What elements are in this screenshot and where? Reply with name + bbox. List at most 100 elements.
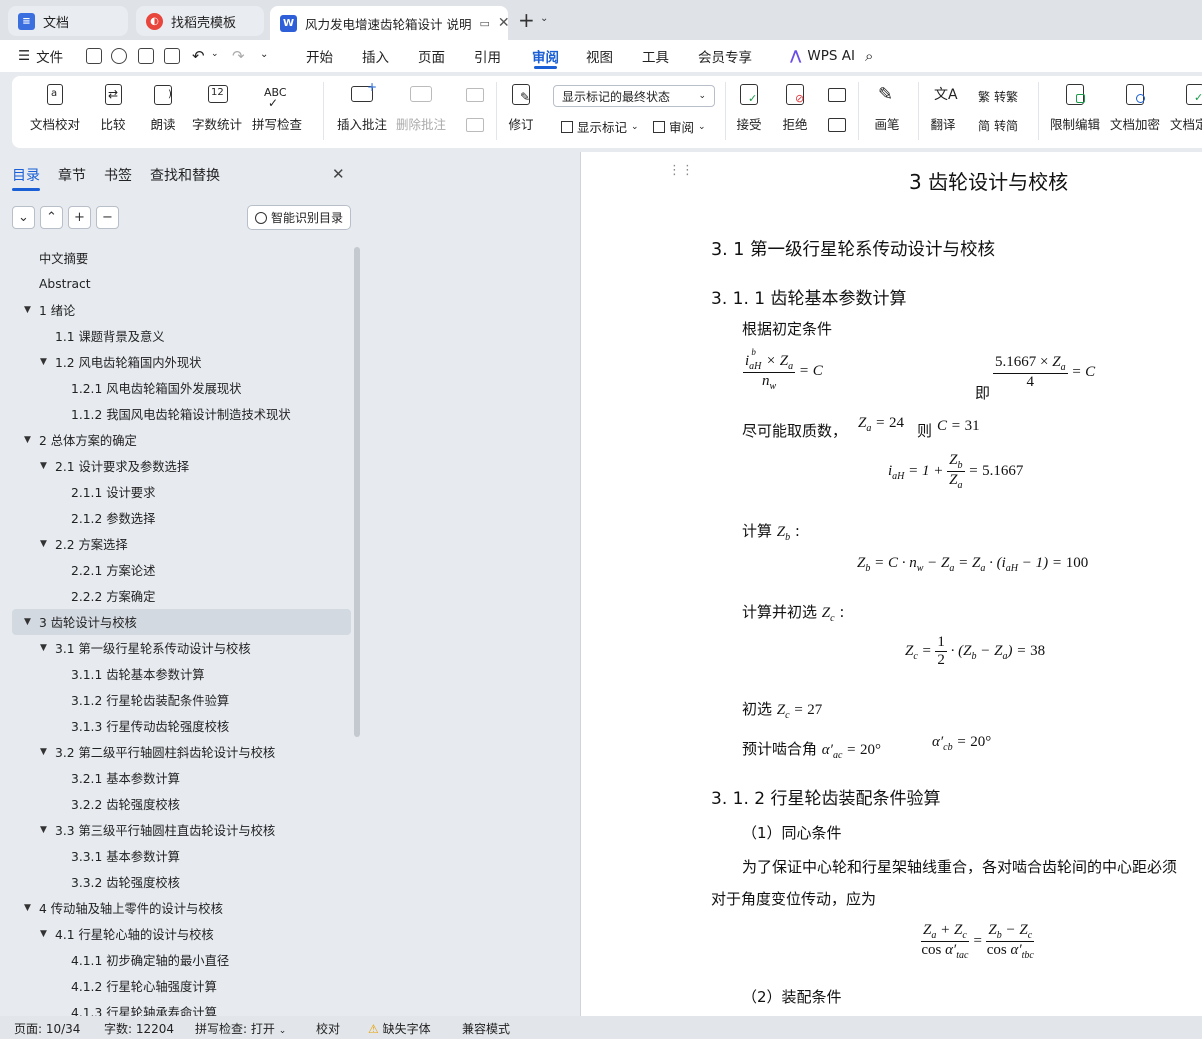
- read-aloud-button[interactable]: ) 朗读: [150, 82, 176, 133]
- toc-item[interactable]: 3.1.1 齿轮基本参数计算: [0, 661, 355, 687]
- toc-item[interactable]: 2.2.2 方案确定: [0, 583, 355, 609]
- compare-button[interactable]: ⇄ 比较: [100, 82, 126, 133]
- share-icon[interactable]: [111, 48, 127, 64]
- page-counter[interactable]: 页面: 10/34: [14, 1020, 80, 1037]
- menu-file[interactable]: ☰ 文件: [18, 40, 63, 72]
- toc-item[interactable]: 4.1.2 行星轮心轴强度计算: [0, 973, 355, 999]
- close-icon[interactable]: ✕: [498, 15, 508, 31]
- expand-arrow-icon[interactable]: ▼: [40, 643, 47, 653]
- prev-comment-icon[interactable]: [466, 88, 484, 102]
- menu-start[interactable]: 开始: [306, 40, 333, 72]
- menu-insert[interactable]: 插入: [362, 40, 389, 72]
- expand-arrow-icon[interactable]: ▼: [40, 929, 47, 939]
- screen-icon[interactable]: ▭: [479, 17, 489, 30]
- translate-button[interactable]: 文A 翻译: [930, 82, 957, 133]
- spell-check-button[interactable]: ABC ✓ 拼写检查: [252, 82, 302, 133]
- show-markup-button[interactable]: 显示标记 ⌄: [561, 117, 639, 136]
- proofread-status[interactable]: 校对: [316, 1020, 340, 1037]
- word-count-button[interactable]: 12 字数统计: [192, 82, 242, 133]
- drag-handle-icon[interactable]: ⋮⋮: [668, 164, 694, 177]
- expand-arrow-icon[interactable]: ▼: [40, 357, 47, 367]
- toc-item[interactable]: 2.1.1 设计要求: [0, 479, 355, 505]
- save-icon[interactable]: [86, 48, 102, 64]
- toc-item[interactable]: 3.2.2 齿轮强度校核: [0, 791, 355, 817]
- tab-docer[interactable]: ◐ 找稻壳模板: [136, 6, 264, 36]
- toc-item[interactable]: 1.1.2 我国风电齿轮箱设计制造技术现状: [0, 401, 355, 427]
- expand-down-button[interactable]: ⌄: [12, 206, 35, 229]
- word-counter[interactable]: 字数: 12204: [104, 1020, 174, 1037]
- toc-item[interactable]: 4.1.1 初步确定轴的最小直径: [0, 947, 355, 973]
- pen-button[interactable]: ✎ 画笔: [874, 82, 900, 133]
- expand-arrow-icon[interactable]: ▼: [40, 539, 47, 549]
- encrypt-button[interactable]: 文档加密: [1110, 82, 1160, 133]
- proofread-button[interactable]: a 文档校对: [30, 82, 80, 133]
- toc-item[interactable]: 2.1.2 参数选择: [0, 505, 355, 531]
- expand-arrow-icon[interactable]: ▼: [40, 825, 47, 835]
- toc-item[interactable]: 1.1 课题背景及意义: [0, 323, 355, 349]
- expand-arrow-icon[interactable]: ▼: [24, 305, 31, 315]
- delete-comment-button[interactable]: 删除批注: [396, 82, 446, 133]
- collapse-up-button[interactable]: ⌃: [40, 206, 63, 229]
- wps-ai-button[interactable]: ⋀ WPS AI: [790, 40, 855, 72]
- toc-item[interactable]: 3.3.1 基本参数计算: [0, 843, 355, 869]
- accept-button[interactable]: ✓ 接受: [736, 82, 762, 133]
- toc-item[interactable]: 3.1.2 行星轮齿装配条件验算: [0, 687, 355, 713]
- toc-item[interactable]: ▼ 2 总体方案的确定: [0, 427, 355, 453]
- toc-item[interactable]: ▼ 4.1 行星轮心轴的设计与校核: [0, 921, 355, 947]
- to-traditional-button[interactable]: 繁转繁: [978, 88, 1018, 105]
- chevron-down-icon[interactable]: ⌄: [540, 13, 548, 24]
- remove-heading-button[interactable]: −: [96, 206, 119, 229]
- expand-arrow-icon[interactable]: ▼: [40, 461, 47, 471]
- menu-review[interactable]: 审阅: [530, 40, 561, 72]
- scrollbar[interactable]: [354, 247, 360, 737]
- toc-item[interactable]: 3.3.2 齿轮强度校核: [0, 869, 355, 895]
- expand-arrow-icon[interactable]: ▼: [24, 903, 31, 913]
- to-simplified-button[interactable]: 简转简: [978, 117, 1018, 134]
- toc-item[interactable]: 1.2.1 风电齿轮箱国外发展现状: [0, 375, 355, 401]
- missing-font-status[interactable]: ⚠ 缺失字体: [368, 1020, 431, 1037]
- add-heading-button[interactable]: +: [68, 206, 91, 229]
- toc-item[interactable]: ▼ 1 绪论: [0, 297, 355, 323]
- reject-button[interactable]: ⊘ 拒绝: [782, 82, 808, 133]
- review-pane-button[interactable]: 审阅 ⌄: [653, 117, 706, 136]
- print-preview-icon[interactable]: [164, 48, 180, 64]
- tab-document[interactable]: W 风力发电增速齿轮箱设计 说明 ▭ ✕: [270, 6, 508, 40]
- insert-comment-button[interactable]: + 插入批注: [337, 80, 387, 133]
- new-tab-button[interactable]: +: [518, 8, 535, 32]
- undo-icon[interactable]: ↶: [192, 47, 205, 65]
- close-icon[interactable]: ✕: [332, 165, 345, 183]
- toc-item[interactable]: ▼ 4 传动轴及轴上零件的设计与校核: [0, 895, 355, 921]
- redo-icon[interactable]: ↷: [232, 47, 245, 65]
- expand-arrow-icon[interactable]: ▼: [24, 435, 31, 445]
- toc-item[interactable]: Abstract: [0, 271, 355, 297]
- restrict-edit-button[interactable]: 限制编辑: [1050, 82, 1100, 133]
- next-comment-icon[interactable]: [466, 118, 484, 132]
- tab-docs[interactable]: ≡ 文档: [8, 6, 128, 36]
- toc-item[interactable]: ▼ 3.1 第一级行星轮系传动设计与校核: [0, 635, 355, 661]
- menu-reference[interactable]: 引用: [474, 40, 501, 72]
- search-icon[interactable]: ⌕: [865, 47, 873, 65]
- finalize-button[interactable]: ✓ 文档定稿: [1170, 82, 1202, 133]
- toc-item[interactable]: 3.2.1 基本参数计算: [0, 765, 355, 791]
- toc-item[interactable]: ▼ 3.3 第三级平行轴圆柱直齿轮设计与校核: [0, 817, 355, 843]
- undo-chevron-icon[interactable]: ⌄: [211, 49, 219, 59]
- tab-toc[interactable]: 目录: [12, 165, 40, 191]
- expand-arrow-icon[interactable]: ▼: [24, 617, 31, 627]
- menu-view[interactable]: 视图: [586, 40, 613, 72]
- smart-toc-button[interactable]: 智能识别目录: [247, 205, 351, 230]
- menu-member[interactable]: 会员专享: [698, 40, 752, 72]
- tab-find-replace[interactable]: 查找和替换: [150, 165, 220, 185]
- prev-change-icon[interactable]: [828, 88, 846, 102]
- toc-item[interactable]: 2.2.1 方案论述: [0, 557, 355, 583]
- expand-arrow-icon[interactable]: ▼: [40, 747, 47, 757]
- toc-item[interactable]: 中文摘要: [0, 245, 355, 271]
- toc-item[interactable]: 3.1.3 行星传动齿轮强度校核: [0, 713, 355, 739]
- more-chevron-icon[interactable]: ⌄: [260, 49, 268, 60]
- toc-item[interactable]: ▼ 1.2 风电齿轮箱国内外现状: [0, 349, 355, 375]
- toc-item[interactable]: ▼ 3 齿轮设计与校核: [12, 609, 351, 635]
- toc-item[interactable]: ▼ 3.2 第二级平行轴圆柱斜齿轮设计与校核: [0, 739, 355, 765]
- tab-bookmarks[interactable]: 书签: [104, 165, 132, 185]
- print-icon[interactable]: [138, 48, 154, 64]
- display-select[interactable]: 显示标记的最终状态 ⌄: [553, 85, 715, 107]
- tab-chapters[interactable]: 章节: [58, 165, 86, 185]
